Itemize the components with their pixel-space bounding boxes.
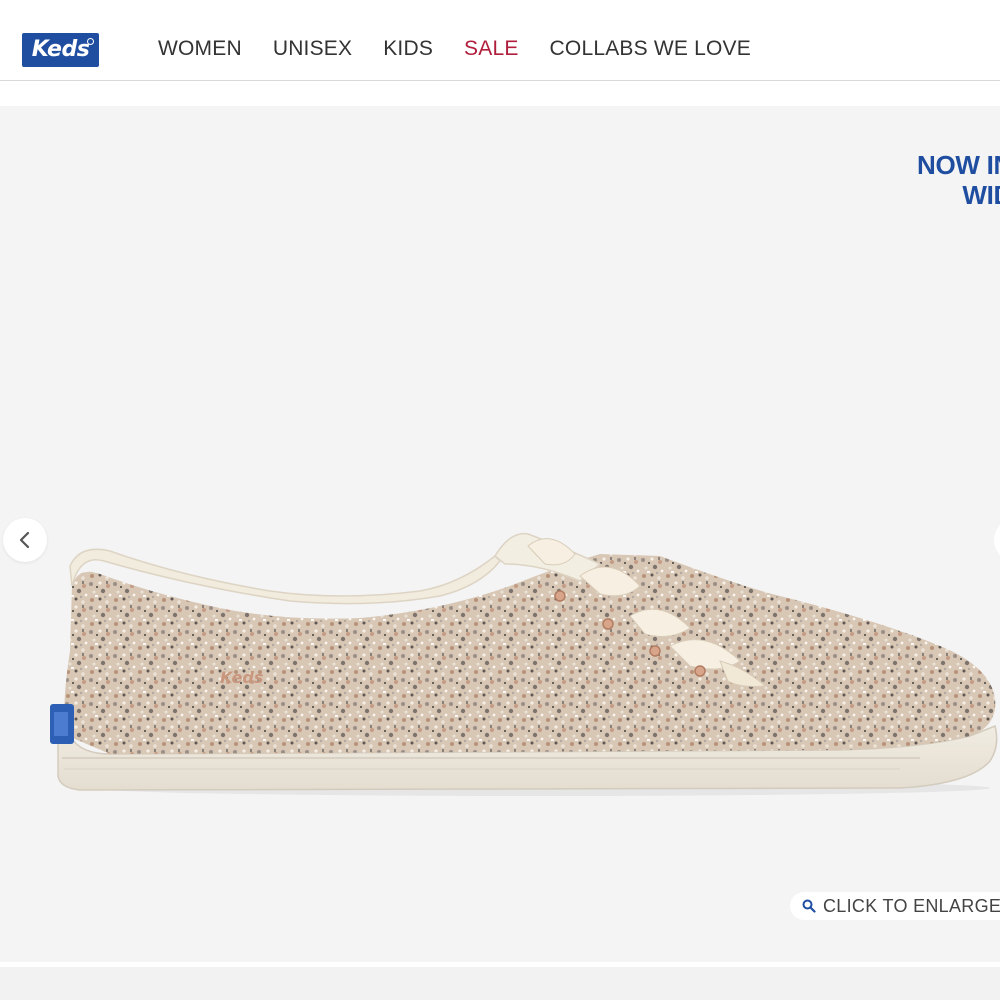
nav-item-women[interactable]: WOMEN: [158, 37, 242, 61]
nav-item-sale[interactable]: SALE: [464, 37, 519, 61]
heel-logo-text: Keds: [220, 668, 263, 687]
nav-item-kids[interactable]: KIDS: [383, 37, 433, 61]
site-header: Keds WOMEN UNISEX KIDS SALE COLLABS WE L…: [0, 0, 1000, 81]
click-to-enlarge-button[interactable]: CLICK TO ENLARGE: [790, 892, 1000, 920]
chevron-left-icon: [19, 531, 30, 549]
product-image[interactable]: Keds: [40, 436, 1000, 806]
nav-item-collabs-we-love[interactable]: COLLABS WE LOVE: [550, 37, 751, 61]
keds-logo[interactable]: Keds: [22, 33, 99, 67]
promo-banner: NOW IN WID: [917, 150, 1000, 210]
main-nav: WOMEN UNISEX KIDS SALE COLLABS WE LOVE: [158, 37, 751, 61]
nav-item-unisex[interactable]: UNISEX: [273, 37, 352, 61]
promo-line-2: WID: [962, 180, 1000, 210]
enlarge-label: CLICK TO ENLARGE: [823, 895, 1000, 916]
thumbnail-strip: [0, 967, 1000, 1000]
logo-text: Keds: [31, 37, 90, 62]
registered-mark-icon: [87, 38, 94, 45]
product-gallery: NOW IN WID: [0, 106, 1000, 962]
search-icon: [802, 899, 816, 913]
promo-line-1: NOW IN: [917, 150, 1000, 180]
